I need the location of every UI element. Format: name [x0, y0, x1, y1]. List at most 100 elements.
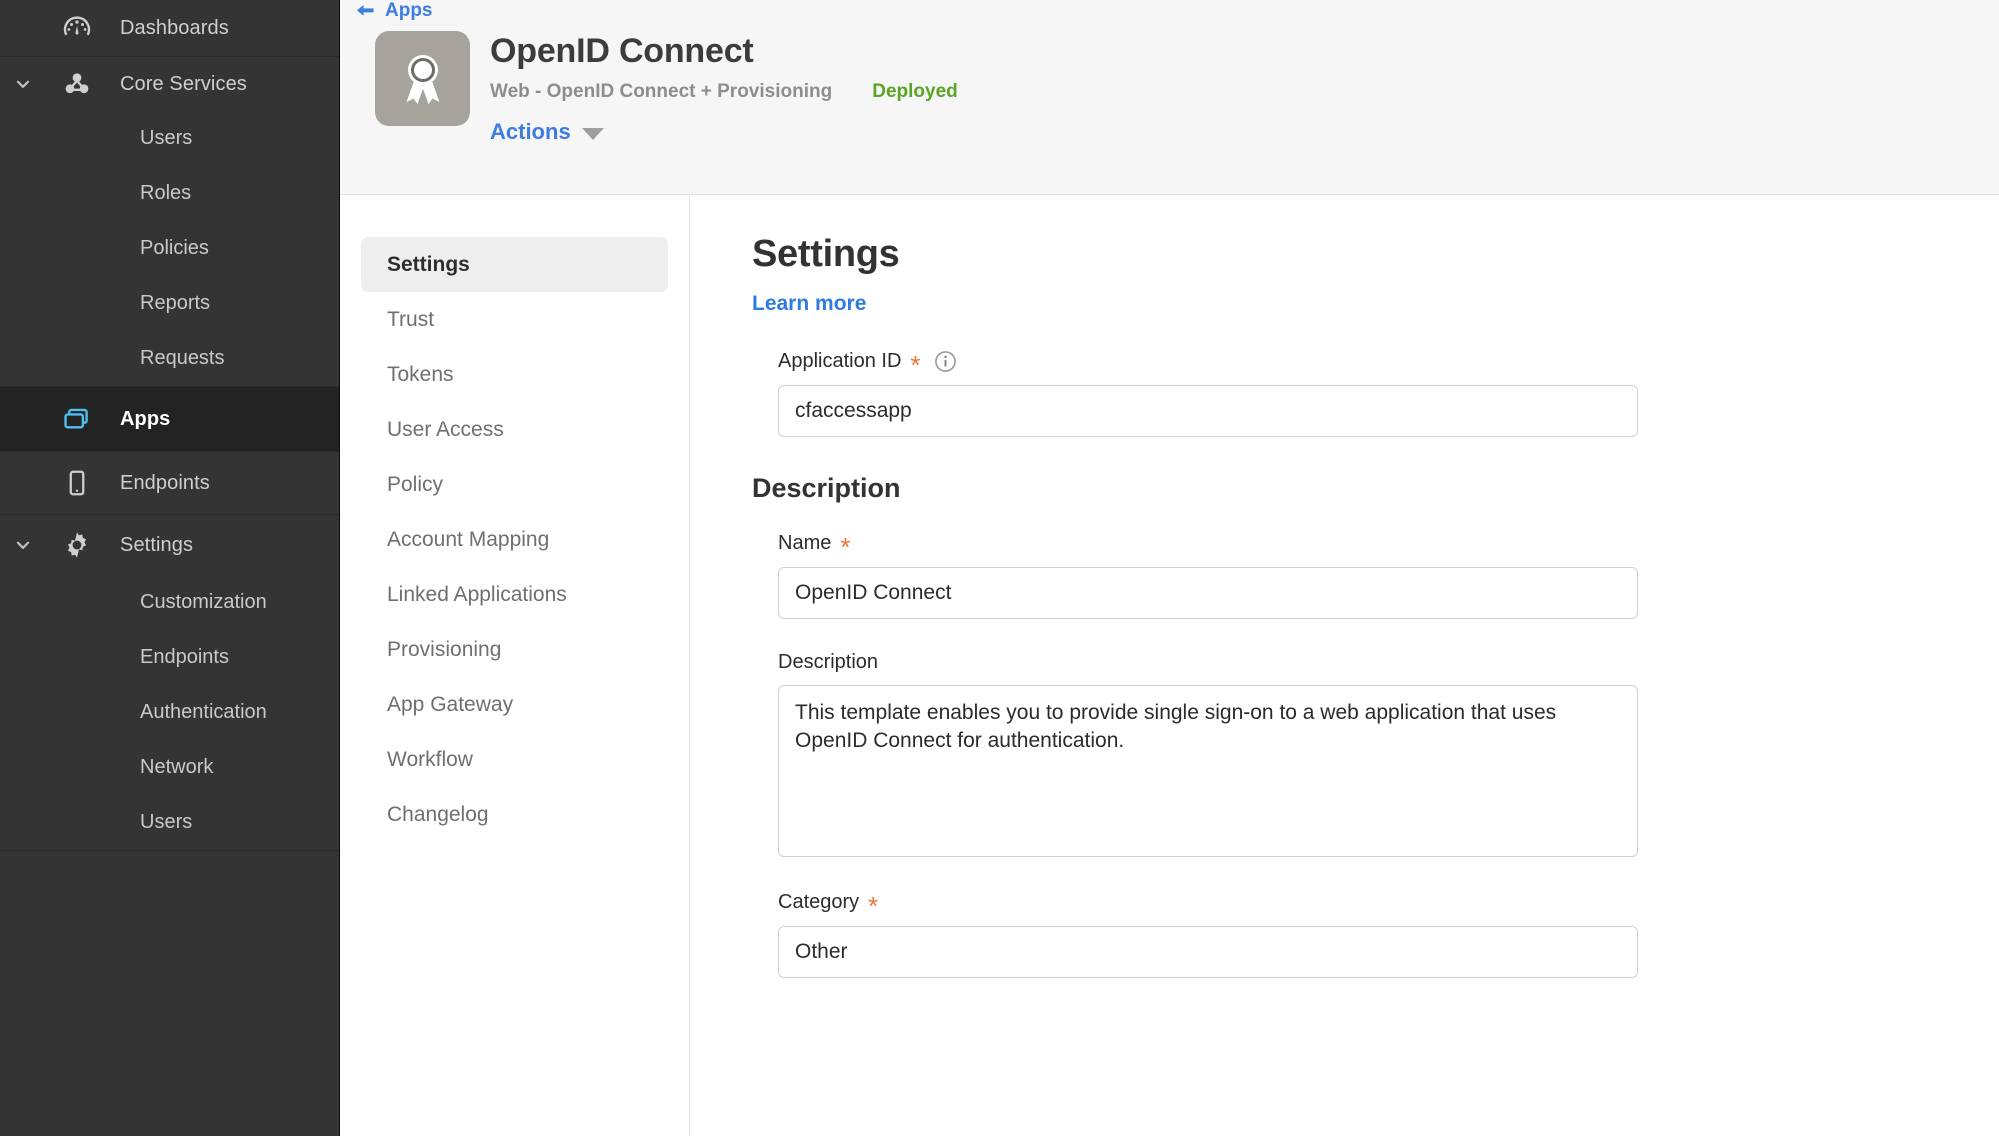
tab-label: Provisioning: [387, 637, 502, 661]
page-title: OpenID Connect: [490, 32, 754, 70]
settings-form: Settings Learn more Application ID * cfa…: [690, 195, 1999, 1136]
back-to-apps-link[interactable]: Apps: [354, 0, 433, 22]
application-id-label-row: Application ID *: [778, 348, 1999, 378]
tab-label: User Access: [387, 417, 504, 441]
tab-trust[interactable]: Trust: [361, 292, 668, 347]
sidebar-item-dashboards[interactable]: Dashboards: [0, 0, 339, 56]
tab-account-mapping[interactable]: Account Mapping: [361, 512, 668, 567]
settings-tab-list: Settings Trust Tokens User Access Policy…: [340, 195, 690, 1136]
tab-provisioning[interactable]: Provisioning: [361, 622, 668, 677]
sidebar-item-label: Settings: [120, 533, 194, 556]
sidebar-subitem-customization[interactable]: Customization: [0, 575, 339, 630]
tab-workflow[interactable]: Workflow: [361, 732, 668, 787]
tab-label: Tokens: [387, 362, 454, 386]
category-label: Category: [778, 890, 860, 913]
tab-label: App Gateway: [387, 692, 514, 716]
sidebar-item-core-services[interactable]: Core Services: [0, 57, 339, 111]
name-input[interactable]: OpenID Connect: [778, 567, 1638, 619]
actions-label: Actions: [490, 119, 571, 145]
apps-icon: [60, 402, 94, 436]
name-label-row: Name *: [778, 530, 1999, 561]
sidebar-item-endpoints[interactable]: Endpoints: [0, 452, 339, 514]
application-window: Dashboards Core Services Users Roles Pol…: [0, 0, 1999, 1136]
sidebar-subitem-label: Reports: [140, 292, 211, 314]
tab-label: Changelog: [387, 802, 489, 826]
sidebar-subitem-label: Users: [140, 811, 193, 833]
tab-label: Linked Applications: [387, 582, 567, 606]
tab-label: Settings: [387, 252, 470, 276]
settings-body: Settings Trust Tokens User Access Policy…: [340, 195, 1999, 1136]
sidebar-subitem-authentication[interactable]: Authentication: [0, 685, 339, 740]
sidebar-item-settings[interactable]: Settings: [0, 515, 339, 575]
sidebar-item-label: Apps: [120, 407, 171, 430]
description-textarea[interactable]: This template enables you to provide sin…: [778, 685, 1638, 857]
sidebar-subitem-label: Roles: [140, 182, 192, 204]
app-subtitle-row: Web - OpenID Connect + Provisioning Depl…: [490, 81, 958, 103]
description-section-heading: Description: [752, 473, 901, 503]
application-id-field-group: Application ID * cfaccessapp: [778, 348, 1999, 437]
sidebar-subitem-settings-users[interactable]: Users: [0, 795, 339, 850]
tab-label: Account Mapping: [387, 527, 550, 551]
sidebar-subitem-requests[interactable]: Requests: [0, 331, 339, 386]
form-title: Settings: [752, 233, 900, 275]
tab-user-access[interactable]: User Access: [361, 402, 668, 457]
tab-settings[interactable]: Settings: [361, 237, 668, 292]
tab-policy[interactable]: Policy: [361, 457, 668, 512]
chevron-down-icon[interactable]: [14, 536, 32, 554]
main-sidebar: Dashboards Core Services Users Roles Pol…: [0, 0, 340, 1136]
sidebar-subitem-label: Authentication: [140, 701, 267, 723]
app-meta: OpenID Connect Web - OpenID Connect + Pr…: [490, 32, 958, 145]
name-label: Name: [778, 531, 832, 554]
sidebar-item-label: Core Services: [120, 72, 247, 95]
sidebar-group-settings: Settings Customization Endpoints Authent…: [0, 515, 339, 851]
sidebar-subitem-reports[interactable]: Reports: [0, 276, 339, 331]
sidebar-subitem-label: Network: [140, 756, 214, 778]
chevron-down-icon[interactable]: [14, 75, 32, 93]
sidebar-group-apps: Apps: [0, 387, 339, 452]
tab-linked-applications[interactable]: Linked Applications: [361, 567, 668, 622]
tab-label: Trust: [387, 307, 435, 331]
sidebar-subitem-policies[interactable]: Policies: [0, 221, 339, 276]
sidebar-group-core-services: Core Services Users Roles Policies Repor…: [0, 57, 339, 387]
tab-tokens[interactable]: Tokens: [361, 347, 668, 402]
required-marker: *: [910, 350, 921, 380]
category-field-group: Category * Other: [778, 889, 1999, 978]
actions-menu-button[interactable]: Actions: [490, 119, 958, 145]
application-id-label: Application ID: [778, 349, 902, 372]
award-ribbon-icon: [375, 31, 470, 126]
application-id-input[interactable]: cfaccessapp: [778, 385, 1638, 437]
sidebar-group-dashboards: Dashboards: [0, 0, 339, 57]
sidebar-subitem-network[interactable]: Network: [0, 740, 339, 795]
caret-down-icon: [581, 127, 604, 140]
arrow-left-icon: [354, 1, 376, 21]
description-field-group: Description This template enables you to…: [778, 651, 1999, 857]
sidebar-subitem-label: Customization: [140, 591, 267, 613]
gauge-icon: [60, 11, 94, 45]
sidebar-subitem-label: Users: [140, 127, 193, 149]
status-badge: Deployed: [872, 81, 958, 103]
sidebar-group-endpoints: Endpoints: [0, 452, 339, 515]
back-link-label: Apps: [385, 0, 433, 21]
core-services-icon: [60, 67, 94, 101]
sidebar-item-apps[interactable]: Apps: [0, 387, 339, 451]
sidebar-subitem-roles[interactable]: Roles: [0, 166, 339, 221]
info-circle-icon[interactable]: [934, 350, 957, 373]
content-area: Apps OpenID Connect Web - OpenID Connect…: [340, 0, 1999, 1136]
required-marker: *: [868, 891, 879, 921]
app-header: Apps OpenID Connect Web - OpenID Connect…: [340, 0, 1999, 195]
name-field-group: Name * OpenID Connect: [778, 530, 1999, 619]
device-icon: [60, 466, 94, 500]
tab-app-gateway[interactable]: App Gateway: [361, 677, 668, 732]
description-label: Description: [778, 651, 879, 673]
sidebar-subitem-settings-endpoints[interactable]: Endpoints: [0, 630, 339, 685]
sidebar-item-label: Endpoints: [120, 471, 210, 494]
sidebar-subitem-label: Endpoints: [140, 646, 229, 668]
required-marker: *: [840, 532, 851, 562]
gear-icon: [60, 528, 94, 562]
category-label-row: Category *: [778, 889, 1999, 920]
tab-changelog[interactable]: Changelog: [361, 787, 668, 842]
sidebar-subitem-users[interactable]: Users: [0, 111, 339, 166]
learn-more-link[interactable]: Learn more: [752, 292, 866, 316]
category-select[interactable]: Other: [778, 926, 1638, 978]
sidebar-item-label: Dashboards: [120, 16, 229, 39]
